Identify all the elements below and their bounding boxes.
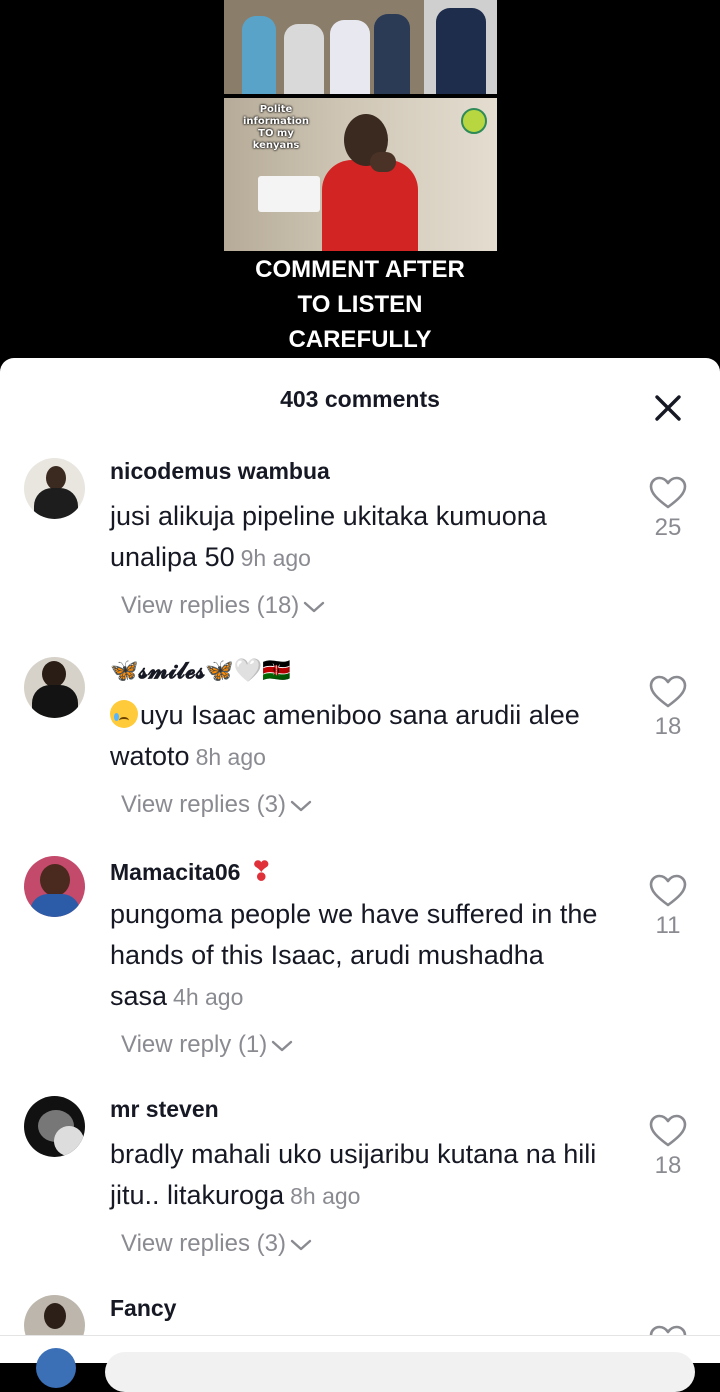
- video-caption: COMMENT AFTER TO LISTEN CAREFULLY: [0, 252, 720, 357]
- comment-time: 4h ago: [173, 984, 244, 1010]
- username-text: Mamacita06: [110, 859, 241, 885]
- comment-username[interactable]: nicodemus wambua: [110, 458, 330, 485]
- comment-time: 8h ago: [290, 1183, 361, 1209]
- comment-body: uyu Isaac ameniboo sana arudii alee wato…: [110, 700, 580, 771]
- view-replies-button[interactable]: View replies (3): [121, 791, 312, 819]
- video-frame-top: [224, 0, 497, 94]
- heart-outline-icon: [649, 874, 687, 907]
- avatar[interactable]: [24, 1295, 85, 1335]
- comment-username[interactable]: Mamacita06 ❣: [110, 856, 272, 887]
- comment-username[interactable]: Fancy: [110, 1295, 176, 1322]
- channel-badge-icon: [461, 108, 487, 134]
- view-replies-label: View replies (18): [121, 592, 300, 619]
- view-replies-label: View replies (3): [121, 791, 286, 818]
- chevron-down-icon: [290, 1239, 312, 1250]
- comments-count-title: 403 comments: [280, 386, 440, 412]
- comment-text: uyu Isaac ameniboo sana arudii alee wato…: [110, 695, 630, 778]
- overlay-line-2: TO my kenyans: [252, 128, 300, 151]
- view-replies-button[interactable]: View replies (18): [121, 592, 325, 620]
- comment-item: Fancy: [0, 1295, 720, 1335]
- video-frame-bottom: Polite information TO my kenyans: [224, 98, 497, 251]
- like-button[interactable]: 18: [646, 1114, 690, 1180]
- view-replies-label: View replies (3): [121, 1230, 286, 1257]
- avatar[interactable]: [24, 657, 85, 718]
- video-player[interactable]: Polite information TO my kenyans COMMENT…: [0, 0, 720, 380]
- like-count: 18: [654, 1152, 682, 1179]
- chevron-down-icon: [272, 1040, 293, 1051]
- like-button[interactable]: 18: [646, 675, 690, 741]
- my-avatar: [36, 1348, 76, 1388]
- heart-outline-icon: [649, 476, 687, 509]
- person-hand: [370, 152, 396, 172]
- like-button[interactable]: 25: [646, 476, 690, 542]
- heart-outline-icon: [649, 675, 687, 708]
- avatar[interactable]: [24, 856, 85, 917]
- like-count: 18: [654, 713, 682, 740]
- heart-outline-icon: [649, 1114, 687, 1147]
- like-count: 11: [655, 912, 681, 939]
- view-replies-label: View reply (1): [121, 1031, 268, 1058]
- caption-line-1: COMMENT AFTER: [255, 256, 465, 283]
- comment-username[interactable]: 🦋𝓼𝓶𝓲𝓵𝓮𝓼🦋🤍🇰🇪: [110, 657, 291, 684]
- red-heart-exclamation-icon: ❣: [250, 856, 273, 886]
- caption-line-2: TO LISTEN: [297, 291, 423, 318]
- comment-time: 9h ago: [240, 545, 311, 571]
- comment-input-bar: [0, 1335, 720, 1392]
- sad-face-emoji-icon: [110, 700, 138, 728]
- comment-text: jusi alikuja pipeline ukitaka kumuona un…: [110, 496, 630, 579]
- like-button[interactable]: 11: [646, 874, 690, 940]
- view-replies-button[interactable]: View reply (1): [121, 1031, 293, 1059]
- close-icon: [655, 395, 681, 421]
- like-button[interactable]: [646, 1325, 690, 1335]
- heart-outline-icon: [649, 1325, 687, 1335]
- reply-card: [258, 176, 320, 212]
- comment-text: bradly mahali uko usijaribu kutana na hi…: [110, 1134, 630, 1217]
- comment-text: pungoma people we have suffered in the h…: [110, 894, 630, 1018]
- caption-line-3: CAREFULLY: [288, 326, 432, 353]
- add-comment-input[interactable]: [105, 1352, 695, 1392]
- chevron-down-icon: [290, 800, 312, 811]
- like-count: 25: [654, 514, 682, 541]
- close-button[interactable]: [648, 388, 688, 428]
- video-overlay-title: Polite information TO my kenyans: [236, 104, 316, 152]
- chevron-down-icon: [304, 601, 325, 612]
- comment-username[interactable]: mr steven: [110, 1096, 219, 1123]
- comment-time: 8h ago: [195, 744, 266, 770]
- view-replies-button[interactable]: View replies (3): [121, 1230, 312, 1258]
- avatar[interactable]: [24, 458, 85, 519]
- overlay-line-1: Polite information: [242, 104, 310, 127]
- avatar[interactable]: [24, 1096, 85, 1157]
- comment-body: jusi alikuja pipeline ukitaka kumuona un…: [110, 501, 547, 572]
- person-figure: [322, 160, 418, 251]
- comments-sheet: 403 comments nicodemus wambua jusi aliku…: [0, 358, 720, 1362]
